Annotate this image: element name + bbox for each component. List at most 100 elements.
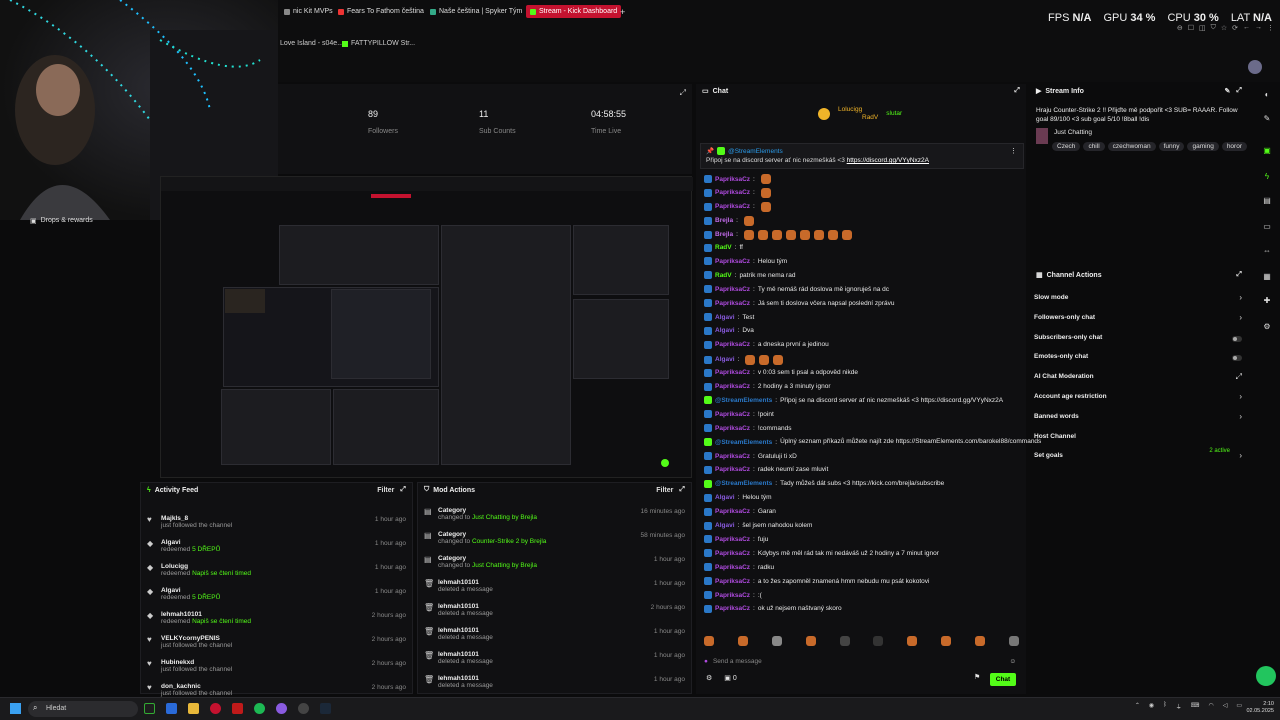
chat-username[interactable]: PapriksaCz — [715, 189, 750, 196]
moon-icon[interactable]: ◐ — [1262, 90, 1272, 100]
channel-action-host-channel[interactable]: Host Channel — [1034, 433, 1076, 440]
unpin-icon[interactable]: ⋮ — [1010, 147, 1017, 155]
volume-icon[interactable]: ◁ — [1223, 702, 1228, 711]
drops-rewards-link[interactable]: ▣ Drops & rewards — [30, 217, 93, 225]
chat-message[interactable]: Algavi: Dva — [704, 326, 754, 335]
chat-username[interactable]: PapriksaCz — [715, 536, 750, 543]
emote-icon[interactable] — [839, 636, 850, 646]
split-icon[interactable]: ⇔ — [1262, 246, 1272, 256]
toggle-switch[interactable] — [1232, 335, 1242, 342]
chevron-up-icon[interactable]: ⌃ — [1135, 702, 1140, 711]
edit-icon[interactable]: ✎ — [1225, 87, 1231, 95]
pinned-message[interactable]: 📌 @StreamElements Připoj se na discord se… — [700, 143, 1024, 169]
chat-username[interactable]: PapriksaCz — [715, 605, 750, 612]
layout-icon[interactable]: ▦ — [1262, 272, 1272, 282]
settings-icon[interactable]: ⚙ — [706, 674, 712, 682]
chat-message[interactable]: PapriksaCz: !point — [704, 410, 774, 419]
mod-action-item[interactable]: ▤ Category changed to Just Chatting by B… — [418, 553, 691, 577]
dock-icon[interactable]: ▣ — [1262, 146, 1272, 156]
channel-action-followers-only-chat[interactable]: Followers-only chat — [1034, 314, 1095, 321]
feed-item[interactable]: ♥ VELKYcornyPENIS just followed the chan… — [141, 633, 412, 657]
chevron-right-icon[interactable]: › — [1239, 313, 1242, 322]
wifi-icon[interactable]: ◠ — [1208, 702, 1213, 711]
chat-message[interactable]: @StreamElements: Tady můžeš dát subs <3 … — [704, 479, 944, 488]
tools-icon[interactable]: ✚ — [1262, 296, 1272, 306]
chat-username[interactable]: PapriksaCz — [715, 383, 750, 390]
channel-action-subscribers-only-chat[interactable]: Subscribers-only chat — [1034, 334, 1102, 341]
chat-message[interactable]: PapriksaCz: Kdybys mě měl rád tak mi ned… — [704, 549, 939, 558]
channel-action-banned-words[interactable]: Banned words — [1034, 413, 1079, 420]
extension-icon[interactable]: ◫ — [1199, 24, 1206, 32]
gift-icon[interactable]: ⚑ — [974, 673, 980, 681]
browser-tab[interactable]: nic Kit MVPs — [284, 5, 333, 18]
chat-username[interactable]: Algavi — [715, 494, 735, 501]
browser-tab[interactable]: Naše čeština | Spyker Tým — [430, 5, 522, 18]
chat-input[interactable]: ● Send a message ☺ — [704, 654, 1020, 668]
chat-username[interactable]: PapriksaCz — [715, 453, 750, 460]
xbox-icon[interactable] — [144, 703, 155, 714]
external-link-icon[interactable]: ⤢ — [1236, 372, 1242, 382]
chat-message[interactable]: PapriksaCz: fuju — [704, 535, 768, 544]
mod-action-item[interactable]: 🗑 lehmah10101 deleted a message 1 hour a… — [418, 625, 691, 649]
chat-username[interactable]: @StreamElements — [715, 439, 772, 446]
chat-message[interactable]: PapriksaCz: a to žes zapomněl znamená hm… — [704, 577, 929, 586]
chat-username[interactable]: PapriksaCz — [715, 550, 750, 557]
chat-username[interactable]: PapriksaCz — [715, 286, 750, 293]
mod-action-item[interactable]: 🗑 lehmah10101 deleted a message 2 hours … — [418, 601, 691, 625]
chat-message[interactable]: PapriksaCz: — [704, 201, 772, 212]
bluetooth-icon[interactable]: ᛒ — [1163, 702, 1167, 711]
expand-icon[interactable]: ⤢ — [1236, 271, 1242, 279]
chat-username[interactable]: @StreamElements — [715, 480, 772, 487]
mod-action-item[interactable]: ▤ Category changed to Just Chatting by B… — [418, 505, 691, 529]
chat-message[interactable]: PapriksaCz: !commands — [704, 424, 791, 433]
chat-message[interactable]: Algavi: šel jsem nahodou kolem — [704, 521, 812, 530]
emote-icon[interactable] — [873, 636, 884, 646]
zoom-icon[interactable]: ⊖ — [1177, 24, 1183, 32]
windows-start-icon[interactable] — [10, 703, 21, 714]
channel-action-emotes-only-chat[interactable]: Emotes-only chat — [1034, 353, 1088, 360]
feed-item[interactable]: ◆ Lolucigg redeemed Napiš se čtení timed… — [141, 561, 412, 585]
emote-icon[interactable] — [771, 636, 782, 646]
chat-username[interactable]: PapriksaCz — [715, 341, 750, 348]
mod-action-item[interactable]: 🗑 lehmah10101 deleted a message 1 hour a… — [418, 649, 691, 673]
chat-message[interactable]: PapriksaCz: Já sem ti doslova včera naps… — [704, 299, 894, 308]
chat-message[interactable]: PapriksaCz: — [704, 187, 772, 198]
battery-icon[interactable]: ▭ — [1236, 702, 1242, 711]
emoji-icon[interactable]: ☺ — [1009, 658, 1016, 665]
opera-icon[interactable] — [210, 703, 221, 714]
chat-username[interactable]: Algavi — [715, 522, 735, 529]
chat-username[interactable]: RadV — [715, 272, 732, 279]
chat-username[interactable]: PapriksaCz — [715, 258, 750, 265]
chat-icon[interactable]: ▭ — [1262, 222, 1272, 232]
chat-message[interactable]: PapriksaCz: — [704, 174, 772, 184]
expand-icon[interactable]: ⤢ — [679, 486, 685, 494]
mod-action-item[interactable]: ▤ Category changed to Counter-Strike 2 b… — [418, 529, 691, 553]
toggle-switch[interactable] — [1232, 355, 1242, 362]
chat-message[interactable]: PapriksaCz: radku — [704, 563, 774, 572]
chat-message[interactable]: PapriksaCz: Helou tým — [704, 257, 787, 266]
chat-username[interactable]: PapriksaCz — [715, 300, 750, 307]
chat-username[interactable]: Brejla — [715, 231, 733, 238]
emote-icon[interactable] — [805, 636, 816, 646]
chat-message[interactable]: PapriksaCz: v 0:03 sem ti psal a odpověd… — [704, 368, 858, 377]
chat-message[interactable]: PapriksaCz: Ty mě nemáš rád doslova mě i… — [704, 285, 889, 294]
chat-message[interactable]: PapriksaCz: a dneska první a jedinou — [704, 340, 829, 349]
channel-action-ai-chat-moderation[interactable]: AI Chat Moderation — [1034, 373, 1094, 380]
chat-username[interactable]: PapriksaCz — [715, 369, 750, 376]
edge-icon[interactable] — [166, 703, 177, 714]
emote-icon[interactable] — [941, 636, 952, 646]
keyboard-icon[interactable]: ⌨ — [1191, 702, 1200, 711]
chat-message[interactable]: @StreamElements: Úplný seznam příkazů mů… — [704, 438, 1070, 447]
feed-item[interactable]: ◆ Algavi redeemed 5 DŘEPŮ 1 hour ago — [141, 585, 412, 609]
spotify-icon[interactable] — [254, 703, 265, 714]
chat-username[interactable]: RadV — [715, 244, 732, 251]
emote-icon[interactable] — [1008, 636, 1019, 646]
stream-preview[interactable] — [160, 176, 693, 478]
chat-message[interactable]: PapriksaCz: :( — [704, 591, 762, 599]
chat-message[interactable]: RadV: ff — [704, 243, 743, 252]
feed-item[interactable]: ♥ Hubinekxd just followed the channel 2 … — [141, 657, 412, 681]
avatar[interactable] — [1248, 60, 1262, 74]
channel-action-slow-mode[interactable]: Slow mode — [1034, 294, 1068, 301]
chat-message[interactable]: Brejla: — [704, 229, 853, 240]
expand-icon[interactable]: ⤢ — [400, 486, 406, 494]
